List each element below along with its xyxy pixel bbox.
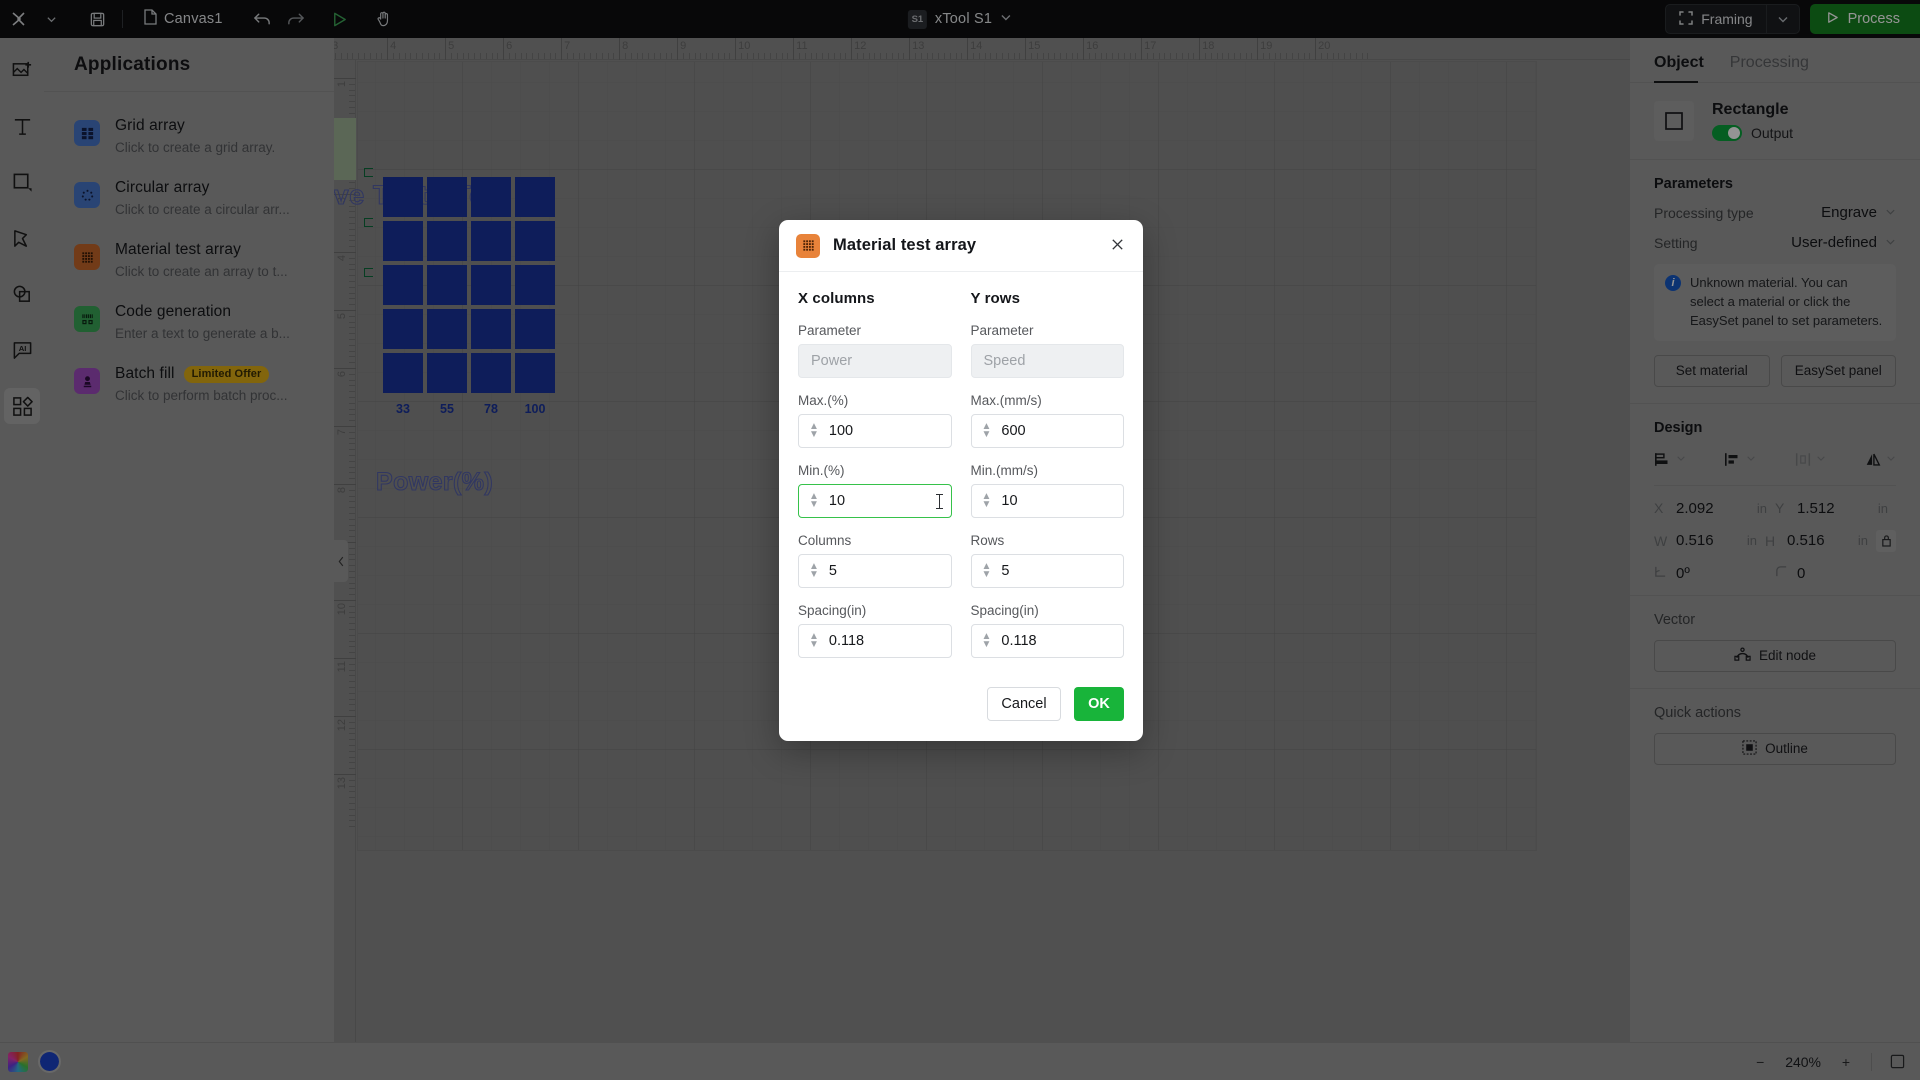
material-test-array-dialog: Material test array X columns Parameter … <box>779 220 1143 741</box>
text-cursor-icon <box>935 493 943 509</box>
x-columns-count-input[interactable]: ▲ ▼ 5 <box>798 554 952 588</box>
x-spacing-label: Spacing(in) <box>798 603 867 618</box>
x-max-value: 100 <box>828 423 854 439</box>
y-max-input[interactable]: ▲ ▼ 600 <box>970 414 1124 448</box>
y-min-value: 10 <box>1001 493 1018 509</box>
x-max-label: Max.(%) <box>798 393 849 408</box>
y-parameter-placeholder: Speed <box>983 353 1026 369</box>
stepper-icon[interactable]: ▲ ▼ <box>982 632 992 650</box>
dialog-title: Material test array <box>833 236 977 254</box>
stepper-icon[interactable]: ▲ ▼ <box>809 632 819 650</box>
y-min-input[interactable]: ▲ ▼ 10 <box>970 484 1124 518</box>
x-min-value: 10 <box>828 493 846 509</box>
y-rows-count-value: 5 <box>1001 563 1010 579</box>
dialog-header: Material test array <box>779 220 1143 272</box>
y-rows-heading: Y rows <box>970 290 1021 307</box>
y-max-value: 600 <box>1001 423 1026 439</box>
stepper-icon[interactable]: ▲ ▼ <box>809 492 819 510</box>
y-min-label: Min.(mm/s) <box>970 463 1039 478</box>
y-spacing-value: 0.118 <box>1001 633 1037 649</box>
ok-button[interactable]: OK <box>1074 687 1124 721</box>
stepper-icon[interactable]: ▲ ▼ <box>982 422 992 440</box>
y-spacing-label: Spacing(in) <box>970 603 1039 618</box>
y-spacing-input[interactable]: ▲ ▼ 0.118 <box>970 624 1124 658</box>
stepper-icon[interactable]: ▲ ▼ <box>982 562 992 580</box>
y-parameter-input[interactable]: Speed <box>970 344 1124 378</box>
dialog-footer: Cancel OK <box>779 673 1143 741</box>
x-max-input[interactable]: ▲ ▼ 100 <box>798 414 952 448</box>
app-window: Canvas1 S1 xTool S1 Framing Process AI A… <box>0 0 1920 1080</box>
y-rows-count-input[interactable]: ▲ ▼ 5 <box>970 554 1124 588</box>
x-min-input[interactable]: ▲ ▼ 10 <box>798 484 952 518</box>
x-columns-heading: X columns <box>798 290 875 307</box>
y-max-label: Max.(mm/s) <box>970 393 1042 408</box>
x-columns-group: X columns Parameter Power Max.(%) ▲ ▼ 100… <box>798 290 952 673</box>
y-parameter-label: Parameter <box>970 323 1034 338</box>
x-min-label: Min.(%) <box>798 463 845 478</box>
stepper-icon[interactable]: ▲ ▼ <box>982 492 992 510</box>
x-columns-count-value: 5 <box>828 563 837 579</box>
dialog-body: X columns Parameter Power Max.(%) ▲ ▼ 100… <box>779 272 1143 673</box>
stepper-icon[interactable]: ▲ ▼ <box>809 562 819 580</box>
close-icon[interactable] <box>1110 237 1125 255</box>
x-parameter-input[interactable]: Power <box>798 344 952 378</box>
x-parameter-placeholder: Power <box>811 353 853 369</box>
x-spacing-value: 0.118 <box>828 633 865 649</box>
y-rows-group: Y rows Parameter Speed Max.(mm/s) ▲ ▼ 600… <box>970 290 1124 673</box>
x-parameter-label: Parameter <box>798 323 862 338</box>
stepper-icon[interactable]: ▲ ▼ <box>809 422 819 440</box>
x-columns-count-label: Columns <box>798 533 852 548</box>
cancel-button[interactable]: Cancel <box>987 687 1061 721</box>
y-rows-count-label: Rows <box>970 533 1005 548</box>
material-test-icon <box>796 233 820 258</box>
x-spacing-input[interactable]: ▲ ▼ 0.118 <box>798 624 952 658</box>
